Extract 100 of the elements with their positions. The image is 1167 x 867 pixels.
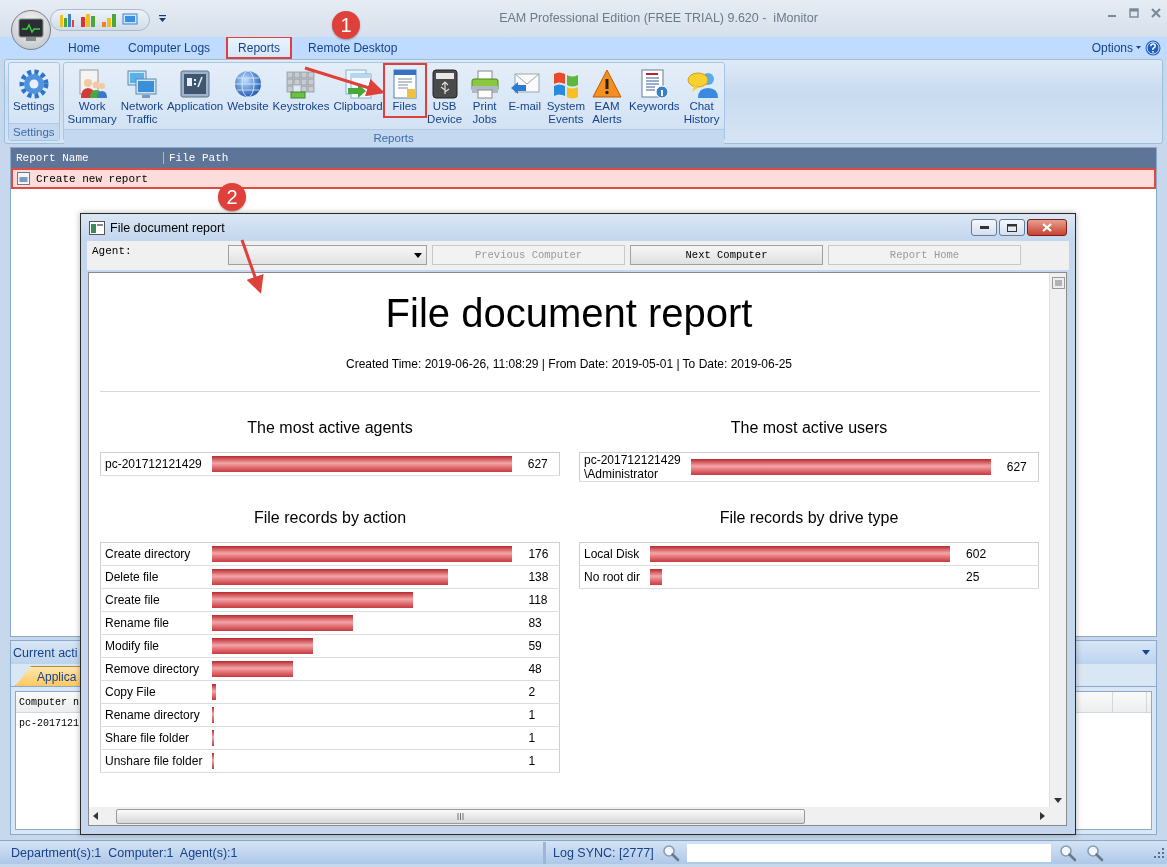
row-value: 59 [528,639,542,653]
grip-icon [457,812,464,820]
row-value: 83 [528,616,542,630]
row-label: Create file [105,593,160,607]
gear-icon [17,68,50,100]
section-title: The most active users [729,418,889,438]
row-label: pc-201712121429 \Administrator [584,453,681,481]
documents-icon [342,68,375,100]
column-header[interactable]: File Path [164,152,229,164]
row-value: 627 [527,457,548,471]
row-label: pc-201712121429 [105,457,202,471]
people-icon [76,68,109,100]
bar-chart-icon[interactable] [101,12,117,28]
scroll-right-icon [1040,812,1045,820]
agent-label: Agent: [91,245,133,257]
report-icon [638,68,671,100]
row-label: Share file folder [105,731,190,745]
section-title: File records by action [252,508,408,528]
ribbon-button[interactable]: E-mail [504,65,545,116]
dropdown-arrow-icon [414,252,422,258]
vertical-scrollbar[interactable] [1049,273,1066,807]
search-field[interactable] [686,843,1051,862]
ribbon-button[interactable]: Keywords [627,65,682,116]
maximize-icon[interactable] [1129,8,1139,18]
scroll-left-icon [93,812,98,820]
row-label: Delete file [105,570,159,584]
app-menu-button[interactable] [11,10,51,50]
row-value: 627 [1006,460,1027,474]
ribbon-button[interactable]: Chat History [681,65,722,129]
bar-chart-icon[interactable] [80,12,96,28]
row-label: Remove directory [105,662,200,676]
row-label: Unshare file folder [105,754,203,768]
row-value: 25 [966,570,980,584]
options-menu[interactable]: Options [1091,40,1141,55]
monitor-icon [18,18,44,42]
ribbon-button[interactable]: Application [164,65,226,116]
search-icon[interactable] [1058,843,1077,862]
ribbon-button[interactable]: USB Device [424,65,465,129]
status-counts: Department(s):1 Computer:1 Agent(s):1 [10,845,239,860]
agent-dropdown[interactable] [228,245,427,265]
restore-icon [1007,223,1017,232]
row-value: 118 [528,593,548,607]
ribbon-button[interactable]: Print Jobs [464,65,505,129]
section-title: The most active agents [246,418,414,438]
row-value: 2 [528,685,536,699]
minimize-button[interactable] [971,219,997,236]
row-value: 1 [528,731,536,745]
terminal-icon [179,68,212,100]
window-icon [89,220,105,235]
close-button[interactable] [1027,219,1067,236]
group-label: Settings [9,123,59,140]
column-header[interactable]: Computer n [19,696,79,708]
ribbon-button[interactable]: Website [225,65,271,116]
row-label: Modify file [105,639,160,653]
ribbon-button[interactable]: Settings [11,65,57,116]
row-value: 48 [528,662,542,676]
panel-title: Current acti [13,645,78,660]
row-label: Create directory [105,547,191,561]
row-label: Copy File [105,685,156,699]
monitor-icon[interactable] [122,13,138,27]
window-title: EAM Professional Edition (FREE TRIAL) 9.620 - iMonitor [498,11,818,25]
ribbon-button[interactable]: Keystrokes [270,65,332,116]
row-value: 1 [528,708,536,722]
report-title: File document report [384,291,754,335]
ribbon-tab[interactable]: Home [57,37,111,58]
ribbon-tab[interactable]: Remote Desktop [297,37,409,58]
caret-icon [1136,46,1141,49]
ribbon-button[interactable]: Clipboard [331,65,385,116]
ribbon-button[interactable]: System Events [544,65,588,129]
search-icon[interactable] [1085,843,1104,862]
report-row[interactable]: Create new report [11,168,1156,189]
section-title: File records by drive type [718,508,900,528]
ribbon-tab[interactable]: Computer Logs [117,37,222,58]
panel-tab[interactable]: Applica [15,666,80,686]
column-header[interactable]: Report Name [11,152,164,164]
report-subtitle: Created Time: 2019-06-26, 11:08:29 | From Date: 2019-05-01 | To Date: 2019-06-25 [344,357,794,371]
bar-chart-icon[interactable] [59,12,75,28]
horizontal-scrollbar[interactable] [89,807,1049,825]
monitors-icon [125,68,158,100]
row-label: Local Disk [584,547,640,561]
ribbon-button[interactable]: Work Summary [65,65,119,129]
toolbar-button[interactable]: Next Computer [630,245,823,265]
row-value: 176 [528,547,549,561]
row-value: 1 [528,754,536,768]
ribbon-button[interactable]: Network Traffic [118,65,165,129]
report-name: Create new report [36,172,149,185]
help-icon[interactable] [1145,39,1161,56]
printer-icon [468,68,501,100]
dropdown-caret-icon[interactable] [159,15,166,22]
resize-grip-icon[interactable] [1154,847,1164,858]
search-icon[interactable] [661,843,680,862]
ribbon-button[interactable]: EAM Alerts [587,65,628,129]
group-label: Reports [63,129,724,146]
maximize-button[interactable] [999,219,1025,236]
row-value: 602 [966,547,987,561]
keyboard-icon [285,68,317,100]
close-icon[interactable] [1151,8,1161,18]
caret-icon[interactable] [1142,650,1150,655]
ribbon-button[interactable]: Files [384,65,425,116]
ribbon-tab[interactable]: Reports [227,37,292,58]
